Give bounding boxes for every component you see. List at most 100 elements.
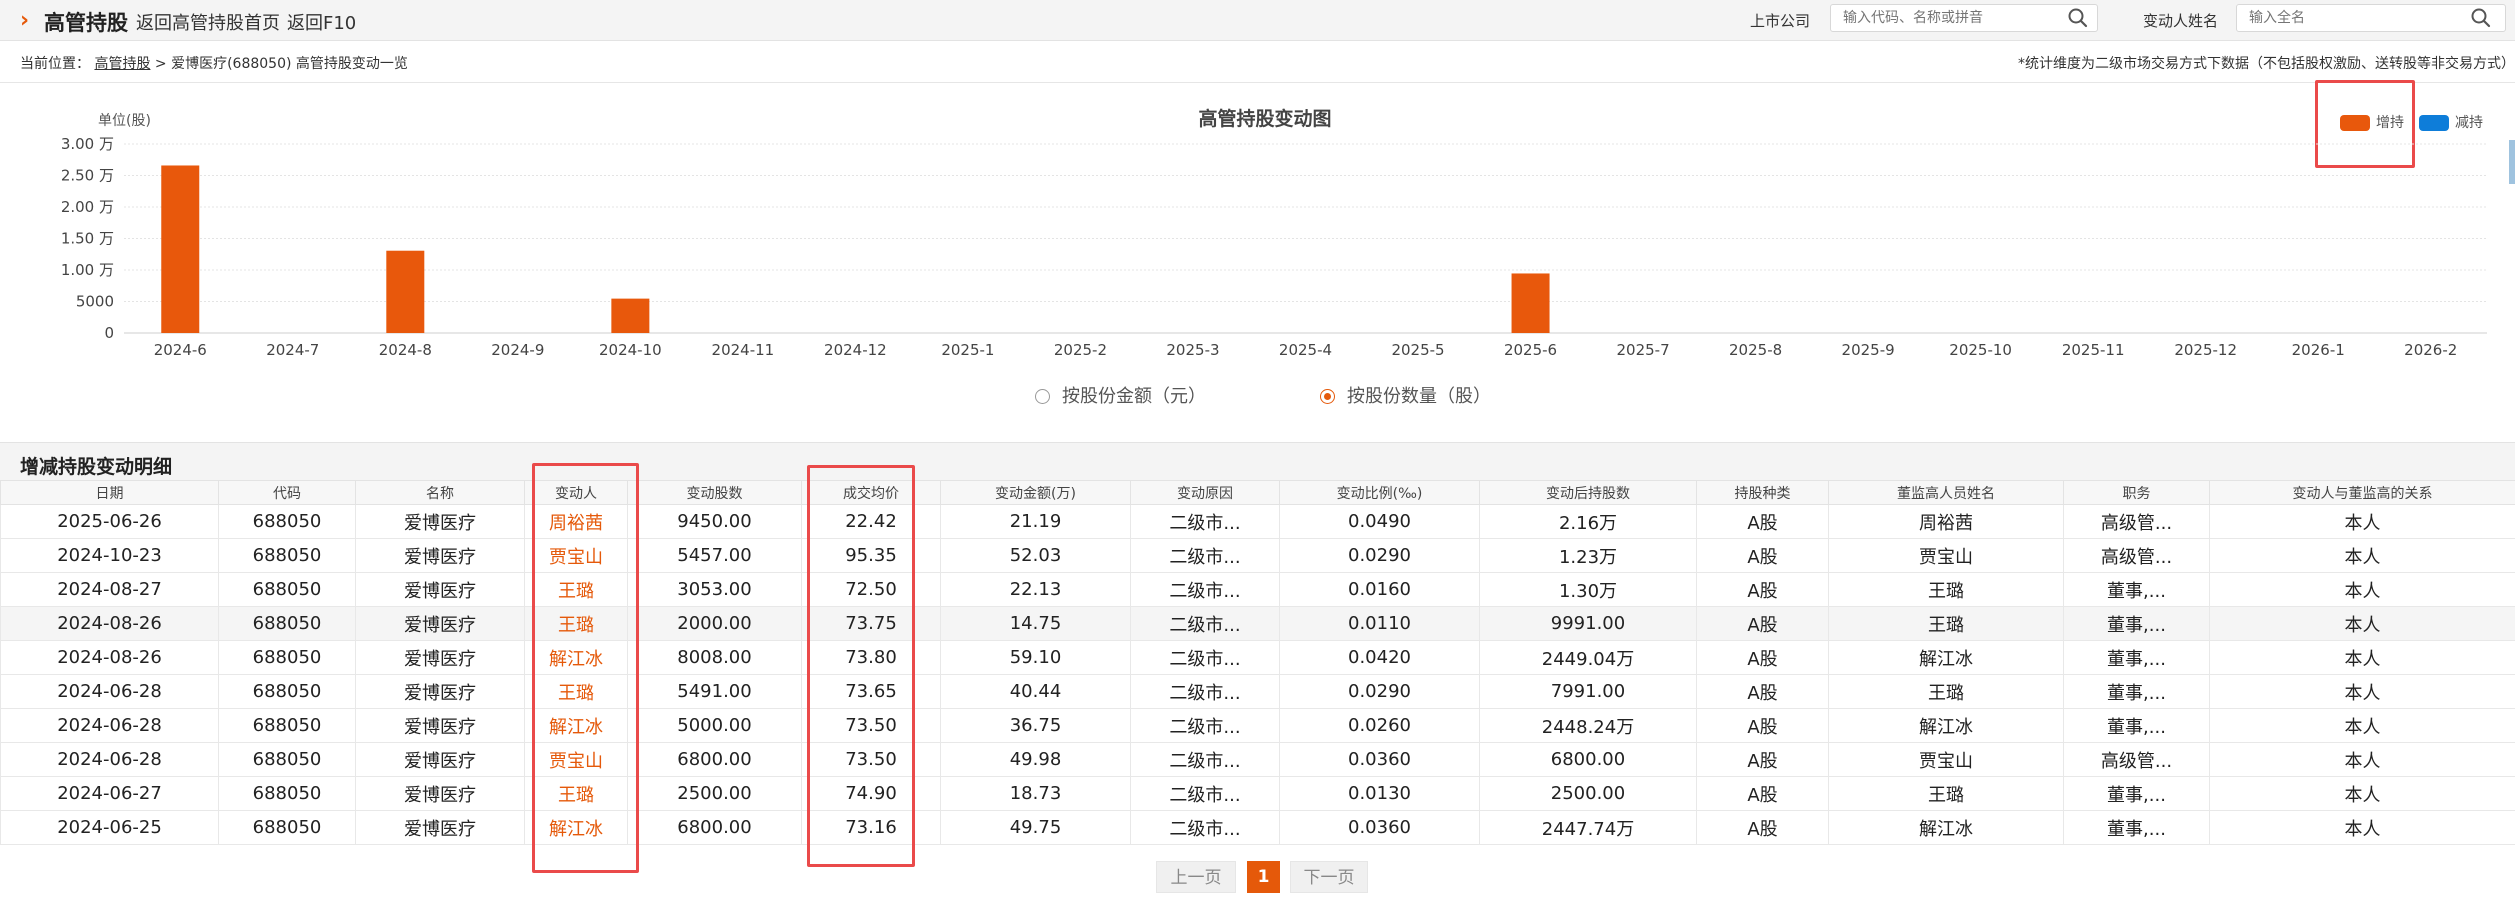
chevron-right-icon: › [20,8,30,33]
search-icon[interactable] [2470,7,2492,29]
x-tick-label: 2025-8 [1729,341,1782,359]
table-cell: 49.98 [940,742,1131,777]
table-cell: 18.73 [940,776,1131,811]
y-tick-label: 2.00 万 [61,198,114,216]
table-cell: 0.0160 [1279,572,1480,607]
table-cell: 49.75 [940,810,1131,845]
table-cell: 解江冰 [1828,810,2064,845]
table-cell: 1.23万 [1479,538,1697,573]
back-to-home-link[interactable]: 返回高管持股首页 [136,9,280,35]
top-bar: › 高管持股 返回高管持股首页 返回F10 上市公司 变动人姓名 [0,0,2515,41]
table-cell: 本人 [2209,504,2515,539]
person-link[interactable]: 王璐 [524,674,628,709]
table-cell: 解江冰 [1828,640,2064,675]
table-cell: 二级市... [1130,742,1280,777]
person-name-input[interactable] [2236,4,2506,32]
person-link[interactable]: 王璐 [524,776,628,811]
table-cell: 688050 [218,742,356,777]
y-tick-label: 1.50 万 [61,230,114,248]
table-cell: 二级市... [1130,606,1280,641]
person-link[interactable]: 解江冰 [524,708,628,743]
table-cell: 9450.00 [627,504,802,539]
radio-by-amount[interactable]: 按股份金额（元） [1035,382,1206,408]
x-tick-label: 2026-1 [2292,341,2345,359]
table-cell: 2024-06-27 [0,776,219,811]
table-cell: 2024-06-28 [0,674,219,709]
table-cell: 0.0420 [1279,640,1480,675]
table-cell: 董事,... [2063,640,2210,675]
table-cell: 本人 [2209,742,2515,777]
breadcrumb-home-link[interactable]: 高管持股 [94,56,150,72]
table-cell: 解江冰 [1828,708,2064,743]
table-cell: 3053.00 [627,572,802,607]
table-cell: 王璐 [1828,674,2064,709]
table-cell: 52.03 [940,538,1131,573]
legend-item-decrease[interactable]: 减持 [2419,112,2483,132]
person-link[interactable]: 解江冰 [524,640,628,675]
person-link[interactable]: 王璐 [524,572,628,607]
next-page-button[interactable]: 下一页 [1290,861,1368,893]
x-tick-label: 2025-9 [1842,341,1895,359]
table-cell: 2000.00 [627,606,802,641]
table-cell: 二级市... [1130,674,1280,709]
table-cell: 2449.04万 [1479,640,1697,675]
table-cell: A股 [1696,572,1829,607]
company-search-input[interactable] [1830,4,2098,32]
table-row: 2024-08-27 688050 爱博医疗 王璐 3053.00 72.50 22.13 二… [0,572,2515,607]
table-cell: 2024-06-28 [0,742,219,777]
table-cell: 二级市... [1130,504,1280,539]
person-link[interactable]: 王璐 [524,606,628,641]
table-cell: 95.35 [801,538,941,573]
column-header: 名称 [355,480,525,505]
radio-by-quantity[interactable]: 按股份数量（股） [1320,382,1491,408]
search-icon[interactable] [2067,7,2089,29]
page-number-current[interactable]: 1 [1247,861,1280,893]
x-tick-label: 2024-11 [712,341,775,359]
table-cell: 73.80 [801,640,941,675]
x-tick-label: 2025-5 [1391,341,1444,359]
person-link[interactable]: 贾宝山 [524,538,628,573]
y-tick-label: 3.00 万 [61,135,114,153]
x-tick-label: 2025-11 [2062,341,2125,359]
holding-change-chart: 0 5000 1.00 万 1.50 万 2.00 万 2.50 万 3.00 万 2024-… [61,135,2487,359]
radio-label-quantity: 按股份数量（股） [1347,386,1491,407]
table-cell: 0.0110 [1279,606,1480,641]
table-cell: 8008.00 [627,640,802,675]
prev-page-button[interactable]: 上一页 [1156,861,1236,893]
breadcrumb: 当前位置： 高管持股 > 爱博医疗(688050) 高管持股变动一览 [20,53,408,73]
table-cell: A股 [1696,504,1829,539]
x-tick-label: 2025-2 [1054,341,1107,359]
table-cell: 爱博医疗 [355,708,525,743]
table-cell: 5000.00 [627,708,802,743]
table-cell: 王璐 [1828,776,2064,811]
back-to-f10-link[interactable]: 返回F10 [287,9,356,35]
table-cell: 贾宝山 [1828,538,2064,573]
table-cell: 688050 [218,810,356,845]
table-cell: 二级市... [1130,708,1280,743]
table-cell: 董事,... [2063,708,2210,743]
table-cell: 0.0260 [1279,708,1480,743]
table-cell: 二级市... [1130,776,1280,811]
table-cell: A股 [1696,538,1829,573]
breadcrumb-separator: > [154,56,172,72]
person-link[interactable]: 贾宝山 [524,742,628,777]
table-cell: 本人 [2209,776,2515,811]
table-cell: 22.13 [940,572,1131,607]
table-cell: 6800.00 [627,742,802,777]
table-cell: 高级管... [2063,538,2210,573]
table-cell: 高级管... [2063,742,2210,777]
person-link[interactable]: 解江冰 [524,810,628,845]
section-title: 增减持股变动明细 [20,456,173,478]
table-cell: 688050 [218,538,356,573]
table-cell: 688050 [218,606,356,641]
legend-item-increase[interactable]: 增持 [2340,112,2404,132]
scrollbar-thumb[interactable] [2509,140,2515,184]
table-row: 2024-06-27 688050 爱博医疗 王璐 2500.00 74.90 18.73 二… [0,776,2515,811]
table-cell: 688050 [218,504,356,539]
table-cell: 董事,... [2063,776,2210,811]
table-cell: 爱博医疗 [355,776,525,811]
column-header: 变动比例(‰) [1279,480,1480,505]
table-cell: 0.0490 [1279,504,1480,539]
person-link[interactable]: 周裕茜 [524,504,628,539]
table-cell: 74.90 [801,776,941,811]
